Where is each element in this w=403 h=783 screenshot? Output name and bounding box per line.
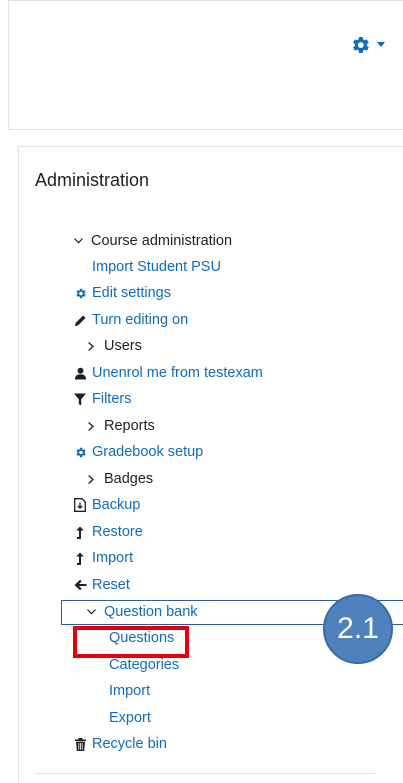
chevron-right-icon (86, 340, 96, 352)
tree-item-backup[interactable]: Backup (73, 492, 140, 518)
step-annotation-badge: 2.1 (323, 594, 393, 664)
tree-item-reset[interactable]: Reset (73, 572, 130, 598)
tree-item-unenrol[interactable]: Unenrol me from testexam (73, 360, 263, 386)
gear-icon (73, 286, 87, 300)
tree-item-import-student-psu[interactable]: Import Student PSU (92, 254, 221, 280)
tree-item-qb-export[interactable]: Export (109, 705, 151, 731)
tree-item-label: Export (109, 709, 151, 726)
tree-item-label: Turn editing on (92, 311, 189, 328)
tree-item-label: Course administration (91, 232, 233, 249)
gear-icon (73, 445, 87, 459)
tree-item-label: Recycle bin (92, 735, 167, 752)
tree-item-label: Restore (92, 523, 143, 540)
tree-item-label: Import (109, 682, 151, 699)
tree-item-filters[interactable]: Filters (73, 386, 131, 412)
block-title: Administration (35, 170, 150, 190)
pencil-icon (73, 313, 87, 327)
settings-card (8, 0, 403, 130)
gear-icon (349, 34, 371, 56)
tree-item-label: Edit settings (92, 284, 171, 301)
arrow-left-icon (73, 578, 87, 592)
card-top-border (9, 0, 403, 1)
level-up-icon (73, 551, 87, 565)
chevron-down-icon (73, 235, 83, 247)
tree-item-import[interactable]: Import (73, 545, 133, 571)
tree-item-badges[interactable]: Badges (86, 466, 153, 492)
tree-item-qb-import[interactable]: Import (109, 678, 150, 704)
chevron-right-icon (86, 473, 96, 485)
tree-item-label: Categories (109, 656, 180, 673)
tree-item-restore[interactable]: Restore (73, 519, 143, 545)
questions-highlight-box (73, 626, 189, 658)
tree-item-label: Reset (92, 576, 130, 593)
filter-icon (73, 392, 87, 406)
tree-item-label: Reports (104, 417, 155, 434)
tree-item-users[interactable]: Users (86, 333, 142, 359)
tree-item-gradebook-setup[interactable]: Gradebook setup (73, 439, 203, 465)
level-up-icon (73, 525, 87, 539)
tree-item-label: Backup (92, 496, 141, 513)
caret-down-icon (377, 42, 385, 48)
tree-item-course-administration[interactable]: Course administration (73, 228, 232, 254)
file-download-icon (73, 498, 87, 512)
settings-menu-button[interactable] (349, 34, 385, 56)
tree-item-edit-settings[interactable]: Edit settings (73, 280, 171, 306)
trash-icon (73, 737, 87, 751)
tree-item-label: Filters (92, 390, 132, 407)
tree-item-label: Unenrol me from testexam (92, 364, 263, 381)
tree-item-label: Badges (104, 470, 154, 487)
tree-item-recycle-bin[interactable]: Recycle bin (73, 731, 167, 757)
tree-item-label: Users (104, 337, 142, 354)
block-divider (35, 773, 375, 774)
tree-item-label: Import Student PSU (92, 258, 221, 275)
user-icon (73, 366, 87, 380)
tree-item-label: Import (92, 549, 134, 566)
tree-item-turn-editing-on[interactable]: Turn editing on (73, 307, 188, 333)
tree-item-label: Gradebook setup (92, 443, 204, 460)
chevron-right-icon (86, 420, 96, 432)
tree-item-reports[interactable]: Reports (86, 413, 155, 439)
